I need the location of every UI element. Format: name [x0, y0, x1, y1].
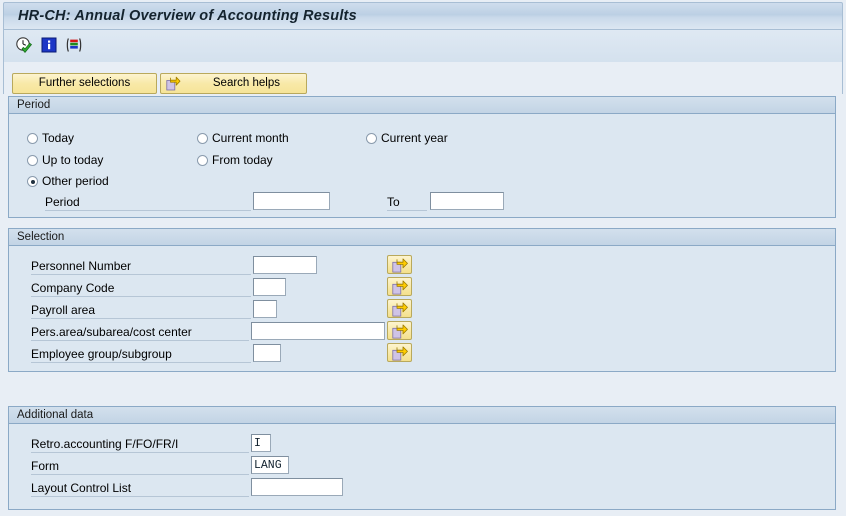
company-code-multiple-selection-button[interactable] [387, 277, 412, 296]
period-panel: Period Today Current month Current year … [8, 96, 836, 218]
period-field-underline [45, 210, 251, 211]
page-title: HR-CH: Annual Overview of Accounting Res… [18, 8, 357, 24]
personnel-number-underline [31, 274, 251, 275]
additional-data-panel: Additional data Retro.accounting F/FO/FR… [8, 406, 836, 510]
personnel-number-multiple-selection-button[interactable] [387, 255, 412, 274]
radio-circle-icon [27, 176, 38, 187]
further-selections-button[interactable]: Further selections [12, 73, 157, 94]
radio-up-to-today-label: Up to today [42, 153, 104, 167]
period-to-input[interactable] [430, 192, 504, 210]
employee-group-subgroup-input[interactable] [253, 344, 281, 362]
pers-area-subarea-cost-center-input[interactable] [251, 322, 385, 340]
radio-circle-icon [197, 133, 208, 144]
search-helps-button[interactable]: Search helps [160, 73, 307, 94]
company-code-input[interactable] [253, 278, 286, 296]
radio-current-month[interactable]: Current month [197, 131, 289, 145]
personnel-number-label: Personnel Number [31, 259, 132, 273]
company-code-label: Company Code [31, 281, 115, 295]
radio-circle-icon [197, 155, 208, 166]
additional-data-panel-header: Additional data [9, 407, 835, 424]
radio-from-today[interactable]: From today [197, 153, 273, 167]
search-helps-label: Search helps [212, 77, 280, 89]
retro-accounting-label: Retro.accounting F/FO/FR/I [31, 437, 179, 451]
radio-circle-icon [366, 133, 377, 144]
pers-area-multiple-selection-button[interactable] [387, 321, 412, 340]
search-help-arrow-icon [166, 76, 181, 91]
variant-list-icon[interactable] [65, 36, 83, 54]
period-panel-header: Period [9, 97, 835, 114]
selection-button-row: Further selections Search helps [3, 62, 843, 94]
layout-control-list-label: Layout Control List [31, 481, 132, 495]
radio-other-period-label: Other period [42, 174, 109, 188]
employee-group-underline [31, 362, 251, 363]
to-field-underline [387, 210, 427, 211]
radio-other-period[interactable]: Other period [27, 174, 109, 188]
radio-current-year-label: Current year [381, 131, 448, 145]
payroll-area-label: Payroll area [31, 303, 96, 317]
radio-today-label: Today [42, 131, 75, 145]
info-icon[interactable] [40, 36, 58, 54]
period-panel-body: Today Current month Current year Up to t… [9, 114, 835, 218]
layout-control-list-input[interactable] [251, 478, 343, 496]
employee-group-multiple-selection-button[interactable] [387, 343, 412, 362]
radio-circle-icon [27, 133, 38, 144]
retro-accounting-input[interactable] [251, 434, 271, 452]
to-field-label: To [387, 195, 400, 209]
selection-panel: Selection Personnel Number Company Code … [8, 228, 836, 372]
employee-group-subgroup-label: Employee group/subgroup [31, 347, 172, 361]
personnel-number-input[interactable] [253, 256, 317, 274]
company-code-underline [31, 296, 251, 297]
application-toolbar: © www.tutorialkart.com [3, 30, 843, 92]
radio-today[interactable]: Today [27, 131, 74, 145]
radio-from-today-label: From today [212, 153, 273, 167]
payroll-area-multiple-selection-button[interactable] [387, 299, 412, 318]
radio-current-year[interactable]: Current year [366, 131, 448, 145]
payroll-area-input[interactable] [253, 300, 277, 318]
payroll-area-underline [31, 318, 251, 319]
period-field-label: Period [45, 195, 80, 209]
radio-circle-icon [27, 155, 38, 166]
execute-clock-icon[interactable] [15, 36, 33, 54]
period-from-input[interactable] [253, 192, 330, 210]
form-underline [31, 474, 249, 475]
radio-up-to-today[interactable]: Up to today [27, 153, 103, 167]
selection-panel-body: Personnel Number Company Code Payroll ar… [9, 246, 835, 372]
window-title-bar: HR-CH: Annual Overview of Accounting Res… [3, 2, 843, 30]
form-label: Form [31, 459, 59, 473]
retro-accounting-underline [31, 452, 249, 453]
form-input[interactable] [251, 456, 289, 474]
layout-control-list-underline [31, 496, 249, 497]
additional-data-panel-body: Retro.accounting F/FO/FR/I Form Layout C… [9, 424, 835, 510]
selection-panel-header: Selection [9, 229, 835, 246]
pers-area-underline [31, 340, 249, 341]
radio-current-month-label: Current month [212, 131, 289, 145]
pers-area-subarea-cost-center-label: Pers.area/subarea/cost center [31, 325, 192, 339]
